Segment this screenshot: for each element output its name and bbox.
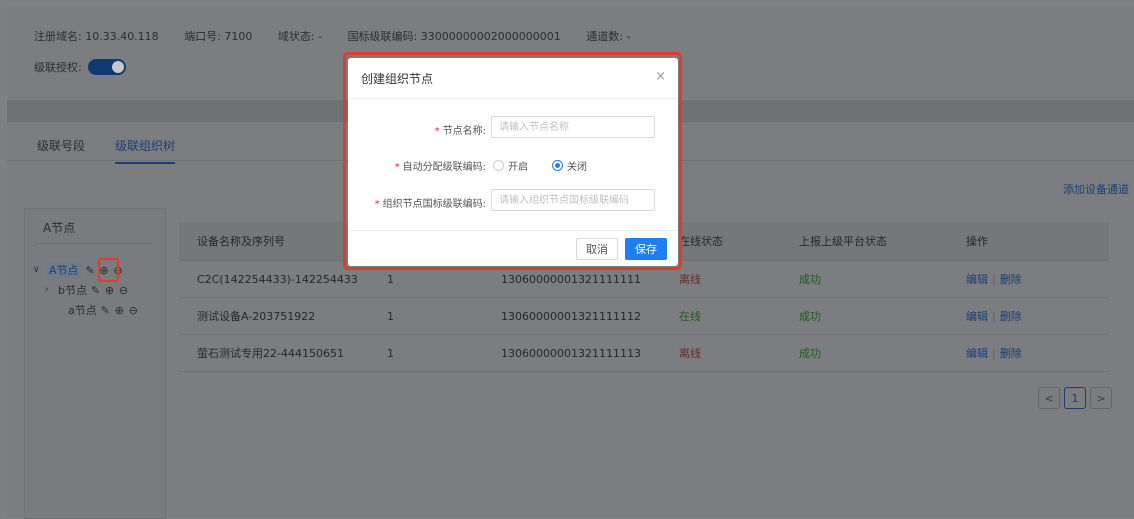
edit-icon[interactable]: ✎ [100,304,111,317]
create-org-node-dialog: 创建组织节点 × *节点名称: *自动分配级联编码: 开启 关闭 *组织节点国标… [348,58,678,266]
page-1-button[interactable]: 1 [1064,387,1086,409]
device-name: 测试设备A-203751922 [197,310,316,323]
device-code: 13060000001321111113 [501,346,641,360]
add-device-channel-link[interactable]: 添加设备通道 [1063,181,1129,197]
edit-link[interactable]: 编辑 [966,308,988,324]
required-marker: * [394,162,400,173]
dialog-title: 创建组织节点 [361,72,434,86]
device-name: 萤石测试专用22-444150651 [197,347,344,360]
close-icon[interactable]: × [655,69,666,84]
cascade-auth-label: 级联授权: [34,61,82,74]
domain-info-row: 注册域名: 10.33.40.118 端口号: 7100 域状态: - 国标级联… [34,28,652,44]
port-label: 端口号: 7100 [184,30,253,43]
save-button[interactable]: 保存 [625,238,667,260]
column-header-device-name: 设备名称及序列号 [197,235,285,248]
chevron-down-icon[interactable]: ∨ [33,265,43,275]
edit-icon[interactable]: ✎ [85,264,96,277]
auto-assign-label: * 自动分配级联编码: [395,158,486,173]
channel-count-cell: 1 [387,309,394,323]
online-status: 离线 [679,273,701,286]
toggle-knob [111,61,124,73]
column-header-report: 上报上级平台状态 [799,235,887,248]
required-marker: * [434,126,440,137]
tree-node-label[interactable]: b节点 [58,282,87,298]
radio-off-label[interactable]: 关闭 [567,158,587,173]
delete-link[interactable]: 删除 [1000,345,1022,361]
action-separator: | [992,272,996,286]
device-name: C2C(142254433)-142254433 [197,272,358,286]
table-row: 测试设备A-203751922 1 13060000001321111112 在… [179,298,1109,335]
channel-count-cell: 1 [387,346,394,360]
tree-title: A节点 [43,221,76,235]
edit-link[interactable]: 编辑 [966,271,988,287]
auto-assign-radio-group: 开启 关闭 [493,158,607,173]
cascade-code: 国标级联编码: 33000000002000000001 [347,30,561,43]
add-node-highlight [98,258,119,282]
remove-circle-icon[interactable]: ⊖ [128,304,139,317]
table-row: 萤石测试专用22-444150651 1 1306000000132111111… [179,335,1109,372]
online-status: 离线 [679,347,701,360]
row-actions: 编辑 | 删除 [966,298,1022,334]
edit-icon[interactable]: ✎ [90,284,101,297]
next-page-button[interactable]: > [1090,387,1112,409]
row-actions: 编辑 | 删除 [966,335,1022,371]
node-name-label-text: 节点名称: [442,126,486,137]
node-name-label: * 节点名称: [435,122,486,137]
channel-count: 通道数: - [586,30,631,43]
device-code: 13060000001321111112 [501,309,641,323]
row-actions: 编辑 | 删除 [966,261,1022,297]
report-status: 成功 [799,310,821,323]
org-tree-panel: A节点 ∨ A节点 ✎ ⊕ ⊖ › b节点 ✎ ⊕ ⊖ a节点 ✎ ⊕ ⊖ [24,208,166,519]
online-status: 在线 [679,310,701,323]
add-circle-icon[interactable]: ⊕ [114,304,125,317]
delete-link[interactable]: 删除 [1000,308,1022,324]
auto-assign-label-text: 自动分配级联编码: [402,162,486,173]
org-code-label-text: 组织节点国标级联编码: [382,199,486,210]
delete-link[interactable]: 删除 [1000,271,1022,287]
node-name-input[interactable] [491,116,655,138]
pagination: < 1 > [1038,387,1112,409]
add-circle-icon[interactable]: ⊕ [104,284,115,297]
tree-node-a-child[interactable]: a节点 ✎ ⊕ ⊖ [55,302,139,318]
tree-divider [35,243,153,244]
column-header-online: 在线状态 [679,235,723,248]
cascade-auth-toggle[interactable] [87,59,126,75]
org-code-label: * 组织节点国标级联编码: [375,195,486,210]
radio-on[interactable] [493,160,504,171]
tree-node-label[interactable]: a节点 [68,302,97,318]
radio-on-label[interactable]: 开启 [508,158,528,173]
prev-page-button[interactable]: < [1038,387,1060,409]
action-separator: | [992,309,996,323]
required-marker: * [374,199,380,210]
edit-link[interactable]: 编辑 [966,345,988,361]
cancel-button[interactable]: 取消 [576,238,618,260]
domain-status: 域状态: - [277,30,323,43]
tree-node-label[interactable]: A节点 [46,262,82,278]
dialog-footer-divider [348,230,678,231]
cascade-auth-row: 级联授权: [34,59,126,75]
remove-circle-icon[interactable]: ⊖ [118,284,129,297]
radio-off[interactable] [552,160,563,171]
tree-node-b[interactable]: › b节点 ✎ ⊕ ⊖ [45,282,129,298]
report-status: 成功 [799,347,821,360]
domain-label: 注册域名: 10.33.40.118 [34,30,159,43]
org-code-input[interactable] [491,189,655,211]
column-header-actions: 操作 [966,235,988,248]
chevron-right-icon[interactable]: › [45,285,55,295]
dialog-header-divider [348,98,678,99]
action-separator: | [992,346,996,360]
report-status: 成功 [799,273,821,286]
